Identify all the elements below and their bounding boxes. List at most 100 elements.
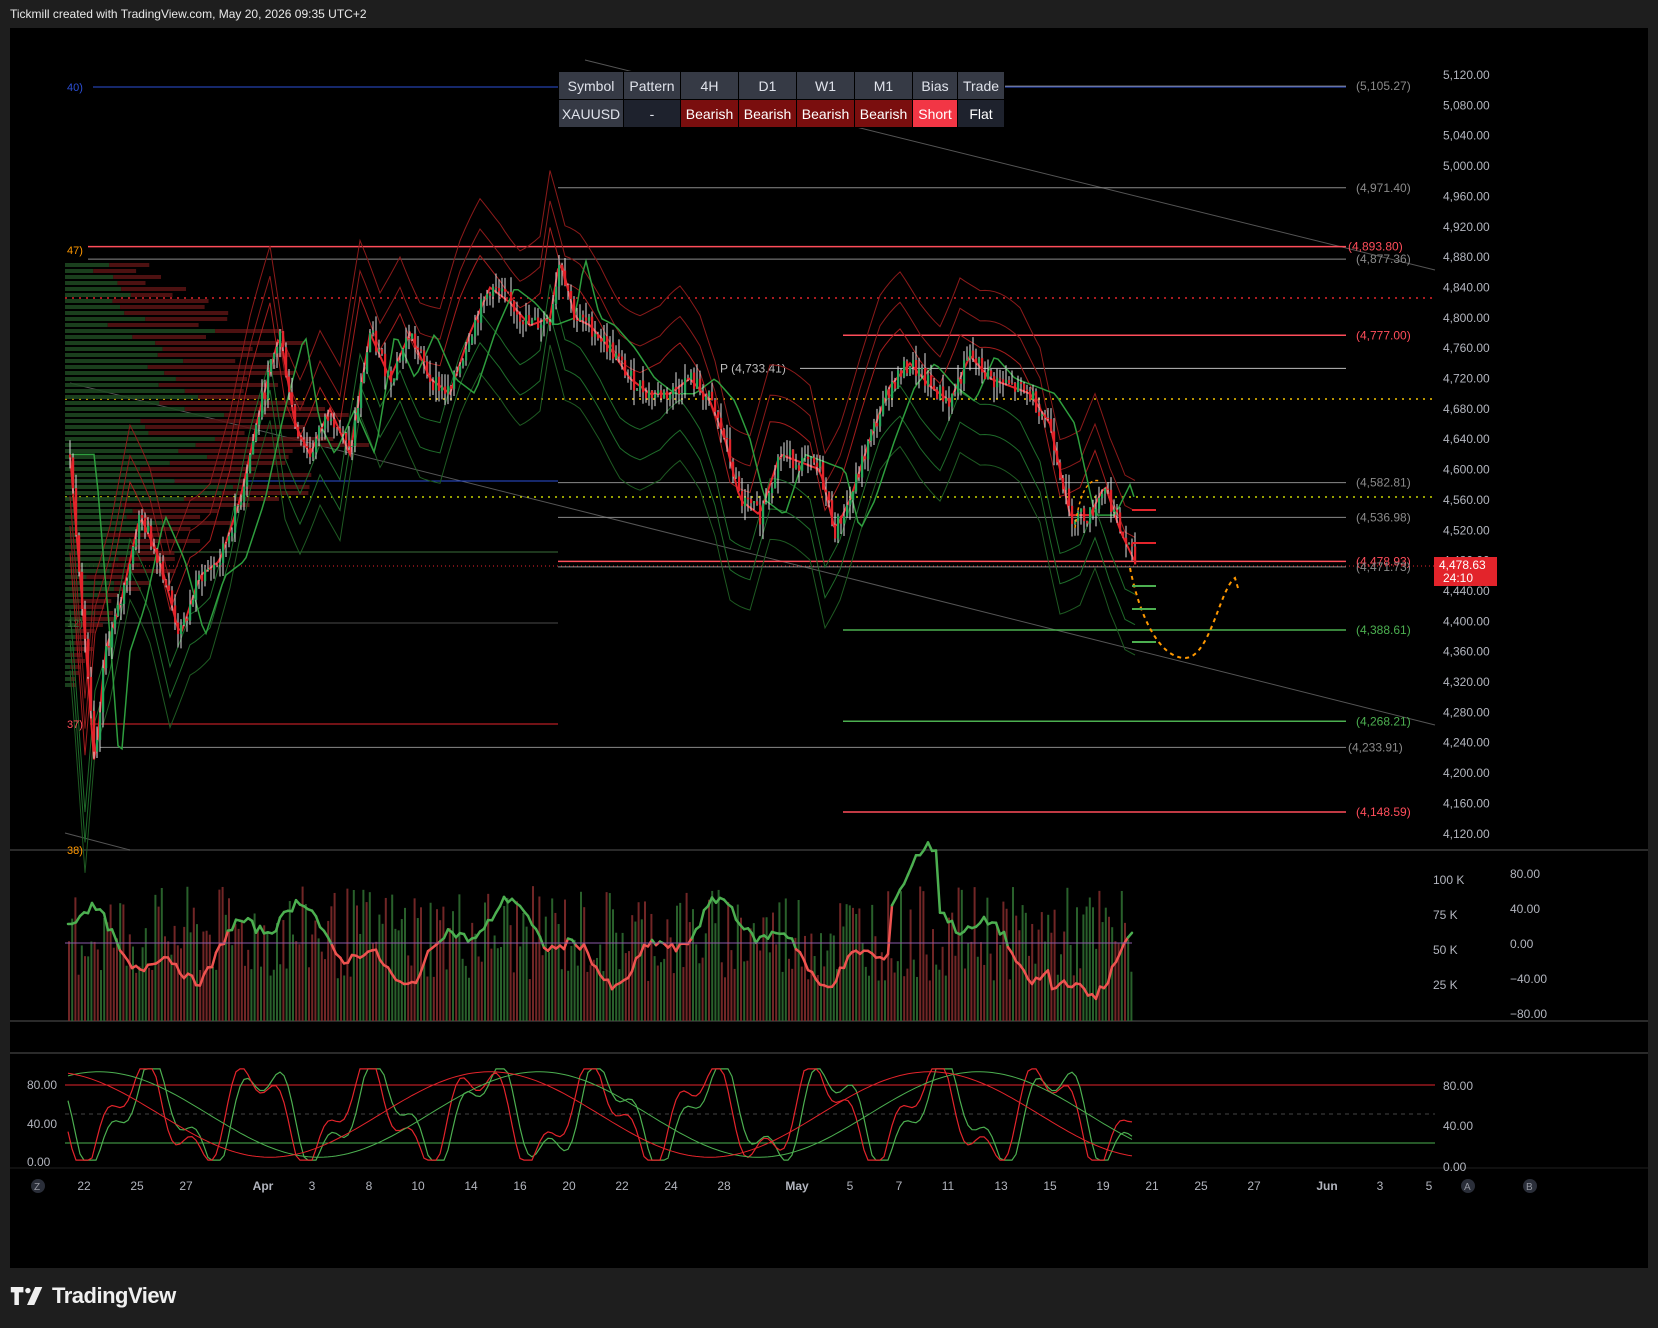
header-bias: Bias [912,71,958,100]
time-axis[interactable]: 22 25 27 Apr 3 8 10 14 16 20 22 24 28 May 5 7 11 13 15 19 21… [77,1179,1432,1193]
candle-body [414,333,417,348]
volume-bar [612,909,614,1021]
oscillator-segment [526,914,534,927]
candle-body [1128,543,1131,545]
candle-body [972,350,975,359]
candle-body [180,624,183,635]
candle-body [144,517,147,533]
candle-body [1080,508,1083,512]
volume-bar [948,917,950,1021]
level-label: (4,582.81) [1356,476,1411,490]
volume-bar [781,971,784,1021]
candle-body [351,446,354,448]
candle-body [609,342,612,352]
volume-bar [218,889,221,1021]
vp-bar-buy [65,359,184,363]
candle-body [1089,507,1092,524]
candle-body [909,366,912,374]
oscillator-segment [290,898,298,913]
candle-body [1068,488,1071,506]
candle-body [711,391,714,401]
candle-body [159,561,162,563]
candle-body [786,455,789,457]
candle-body [189,604,192,621]
tradingview-brand[interactable]: TradingView [10,1283,176,1309]
candle-body [549,321,552,326]
volume-bar [74,897,77,1021]
candle-body [348,440,351,447]
candle-body [765,501,768,504]
volume-bar [874,936,877,1021]
price-axis-label: 5,000.00 [1443,159,1490,173]
oscillator-segment [894,888,902,900]
volume-bar [452,911,454,1021]
candle-body [654,393,657,398]
volume-bar [285,968,288,1021]
volume-bar [1079,968,1082,1021]
candle-body [321,426,324,429]
volume-bar [500,947,502,1021]
candle-body [894,382,897,389]
candle-body [774,478,777,488]
candle-body [525,314,528,325]
price-axis-label: 4,680.00 [1443,402,1490,416]
candle-body [114,615,117,628]
candle-body [717,411,720,418]
volume-bar [167,941,170,1021]
volume-bar [1085,906,1088,1021]
candle-body [723,429,726,438]
candle-body [129,564,132,581]
volume-bar [698,963,701,1021]
volume-bar [461,958,464,1021]
oscillator-segment [910,854,918,867]
fib-label: 38) [67,845,83,857]
volume-bar [762,917,765,1021]
candle-body [1002,379,1005,383]
volume-bar [349,976,352,1021]
volume-bar [644,901,646,1021]
vp-bar-buy [65,635,75,639]
candle-body [987,370,990,380]
volume-bar [298,944,301,1021]
candle-body [1116,509,1119,513]
volume-bar [938,969,941,1021]
candle-body [651,390,654,398]
candle-body [354,420,357,447]
candle-body [483,298,486,300]
volume-axis[interactable]: 100 K 75 K 50 K 25 K [1433,873,1464,992]
volume-bar [279,964,282,1021]
price-axis-label: 4,240.00 [1443,736,1490,750]
descending-trendline-lower[interactable] [69,382,1436,726]
volume-bar [458,894,461,1021]
stochastic-axis[interactable]: 80.00 40.00 0.00 80.00 40.00 0.00 [27,1078,1473,1174]
candle-body [537,317,540,328]
price-axis-label: 4,960.00 [1443,189,1490,203]
volume-bar [314,920,317,1021]
price-chart[interactable]: (5,105.27)(4,971.40)(4,893.80)(4,877.36)… [10,28,1648,1268]
volume-bar [999,944,1002,1021]
vp-bar-buy [65,347,163,351]
volume-bar [516,901,518,1021]
stoch-axis-right-label: 0.00 [1443,1160,1467,1174]
candle-body [429,374,432,383]
candle-body [963,360,966,384]
chart-frame[interactable]: (5,105.27) (4,971.40) (4,893.80) (4,877.36)… [10,28,1648,1268]
candle-body [444,386,447,394]
volume-bar [669,937,672,1021]
candle-body [378,349,381,352]
candle-body [234,506,237,533]
projection-path[interactable] [1129,567,1239,660]
volume-bar [592,959,595,1021]
volume-bar [743,961,746,1021]
volume-bar [132,946,134,1021]
vp-bar-buy [65,461,170,465]
candle-body [687,378,690,380]
volume-bar [912,959,915,1021]
candle-body [681,392,684,395]
oscillator-axis[interactable]: 80.00 40.00 0.00 −40.00 −80.00 [1510,867,1547,1021]
price-axis[interactable]: 5,120.00 5,080.00 5,040.00 5,000.00 4,960.00… [1443,68,1490,841]
volume-axis-label: 100 K [1433,873,1464,887]
candle-body [528,314,531,324]
volume-bar [128,934,131,1021]
candle-body [735,476,738,478]
